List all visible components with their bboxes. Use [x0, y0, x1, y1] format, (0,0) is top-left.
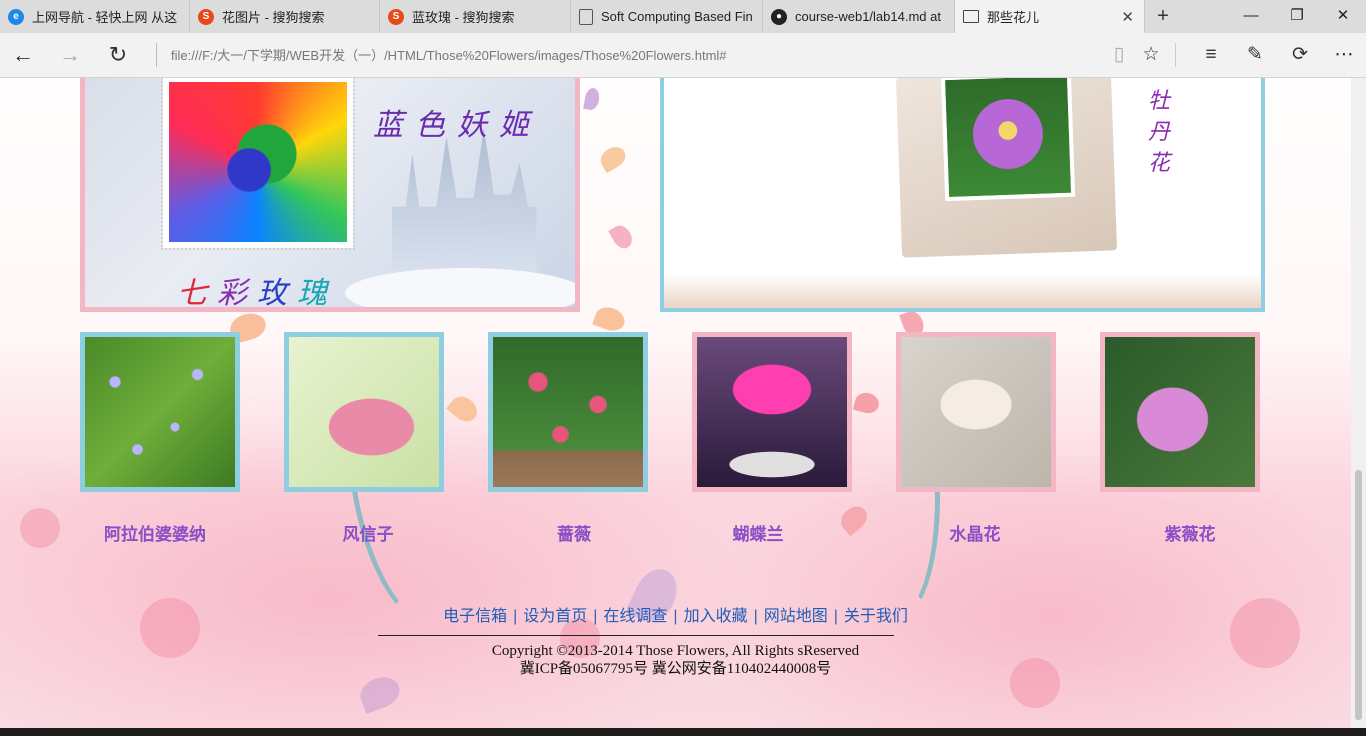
tab-3[interactable]: S 蓝玫瑰 - 搜狗搜索 [380, 0, 571, 33]
flower-label: 水晶花 [949, 525, 1001, 545]
flower-label: 风信子 [342, 525, 394, 545]
title-char: 牡 [1147, 89, 1170, 114]
page-viewport: 蓝色妖姬 七彩玫瑰 牡 丹 花 阿拉伯婆婆纳 风信子 蔷薇 蝴蝶兰 水晶花 紫薇 [0, 78, 1351, 728]
petal-decoration [596, 142, 630, 174]
taskbar [0, 728, 1366, 736]
tab-bar: e 上网导航 - 轻快上网 从这 S 花图片 - 搜狗搜索 S 蓝玫瑰 - 搜狗… [0, 0, 1366, 33]
tab-title: 花图片 - 搜狗搜索 [222, 10, 325, 25]
more-icon[interactable]: ⋯ [1331, 42, 1357, 68]
flower-thumb-crystal[interactable] [896, 332, 1056, 492]
petal-decoration [583, 86, 601, 112]
flower-photo [901, 337, 1051, 487]
footer-link-email[interactable]: 电子信箱 [443, 608, 507, 625]
flower-thumb-rose[interactable] [488, 332, 648, 492]
separator: | [753, 608, 758, 625]
icp-text: 冀ICP备05067795号 冀公网安备110402440008号 [519, 661, 832, 677]
share-icon[interactable]: ⟳ [1287, 42, 1313, 68]
cloud-image [345, 268, 575, 307]
caption-char: 玫 [257, 276, 297, 311]
tab-2[interactable]: S 花图片 - 搜狗搜索 [190, 0, 380, 33]
flower-label: 阿拉伯婆婆纳 [104, 525, 206, 545]
close-tab-icon[interactable]: ✕ [1121, 8, 1134, 26]
github-icon: ● [771, 8, 787, 25]
web-note-icon[interactable]: ✎ [1242, 42, 1268, 68]
flower-photo [697, 337, 847, 487]
sogou-icon: S [388, 8, 404, 25]
flower-photo [289, 337, 439, 487]
flower-photo [85, 337, 235, 487]
sogou-icon: S [198, 8, 214, 25]
new-tab-icon[interactable]: + [1152, 5, 1174, 27]
banner-peony: 牡 丹 花 [660, 78, 1265, 312]
favorite-star-icon[interactable]: ☆ [1138, 42, 1164, 68]
tab-active[interactable]: 那些花儿 ✕ [955, 0, 1145, 33]
footer-link-favorites[interactable]: 加入收藏 [684, 608, 748, 625]
flower-thumb-orchid[interactable] [692, 332, 852, 492]
flower-thumb-veronica[interactable] [80, 332, 240, 492]
flower-label: 紫薇花 [1164, 525, 1216, 545]
tab-1[interactable]: e 上网导航 - 轻快上网 从这 [0, 0, 190, 33]
footer-link-homepage[interactable]: 设为首页 [523, 608, 587, 625]
tab-4[interactable]: Soft Computing Based Fin [571, 0, 763, 33]
petal-decoration [608, 222, 636, 252]
banner-title: 牡 丹 花 [1144, 86, 1174, 179]
reading-view-icon[interactable]: ▯ [1106, 42, 1132, 68]
tab-title: 那些花儿 [987, 10, 1040, 25]
peony-photo [940, 78, 1076, 202]
footer-link-about[interactable]: 关于我们 [844, 608, 908, 625]
tab-title: 蓝玫瑰 - 搜狗搜索 [412, 10, 515, 25]
caption-char: 瑰 [297, 276, 337, 311]
footer-divider [378, 635, 894, 636]
petal-decoration [592, 303, 628, 335]
tab-title: course-web1/lab14.md at [795, 9, 941, 24]
tab-5[interactable]: ● course-web1/lab14.md at [763, 0, 955, 33]
hub-icon[interactable]: ≡ [1198, 42, 1224, 68]
address-bar[interactable]: file:///F:/大一/下学期/WEB开发（一）/HTML/Those%20… [171, 45, 727, 64]
footer-links: 电子信箱 | 设为首页 | 在线调查 | 加入收藏 | 网站地图 | 关于我们 [0, 602, 1351, 626]
rainbow-rose-photo [161, 78, 355, 250]
divider [1175, 43, 1176, 67]
page-icon [963, 10, 979, 23]
minimize-icon[interactable]: — [1240, 5, 1262, 27]
refresh-icon[interactable]: ↻ [105, 42, 131, 68]
flower-photo [493, 337, 643, 487]
flower-thumb-hyacinth[interactable] [284, 332, 444, 492]
document-icon [579, 8, 593, 25]
flower-thumb-crape-myrtle[interactable] [1100, 332, 1260, 492]
flower-label: 蝴蝶兰 [732, 525, 784, 545]
banner-title: 蓝色妖姬 [373, 108, 541, 143]
ie-icon: e [8, 8, 24, 25]
separator: | [673, 608, 678, 625]
divider [156, 43, 157, 67]
back-icon[interactable]: ← [10, 42, 36, 68]
scrollbar-thumb[interactable] [1355, 470, 1362, 720]
vertical-scrollbar[interactable] [1351, 78, 1366, 728]
peony-frame [895, 78, 1118, 258]
tab-title: Soft Computing Based Fin [601, 9, 753, 24]
tab-title: 上网导航 - 轻快上网 从这 [32, 10, 178, 25]
close-window-icon[interactable]: ✕ [1332, 5, 1354, 27]
flower-photo [1105, 337, 1255, 487]
banner-rainbow-rose: 蓝色妖姬 七彩玫瑰 [80, 78, 580, 312]
copyright: Copyright ©2013-2014 Those Flowers, All … [0, 642, 1351, 678]
title-char: 花 [1147, 151, 1170, 176]
caption-char: 七 [177, 276, 217, 311]
copyright-text: Copyright ©2013-2014 Those Flowers, All … [491, 643, 860, 659]
footer-link-survey[interactable]: 在线调查 [603, 608, 667, 625]
separator: | [513, 608, 518, 625]
separator: | [593, 608, 598, 625]
banner-caption: 七彩玫瑰 [177, 268, 337, 311]
separator: | [833, 608, 838, 625]
title-char: 丹 [1147, 120, 1170, 145]
footer-link-sitemap[interactable]: 网站地图 [764, 608, 828, 625]
restore-icon[interactable]: ❐ [1286, 5, 1308, 27]
browser-toolbar: ← → ↻ file:///F:/大一/下学期/WEB开发（一）/HTML/Th… [0, 33, 1366, 78]
petal-decoration [356, 672, 404, 714]
forward-icon[interactable]: → [57, 42, 83, 68]
caption-char: 彩 [217, 276, 257, 311]
